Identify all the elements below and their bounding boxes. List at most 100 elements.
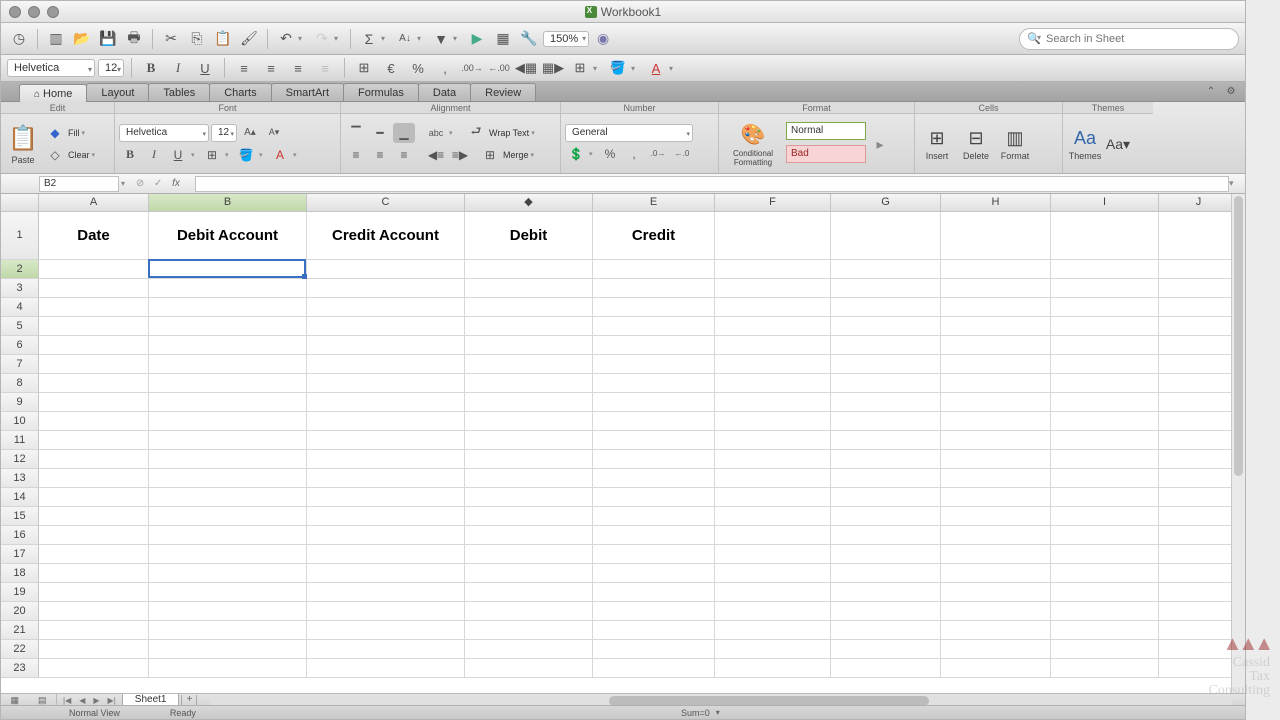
cell-D2[interactable] bbox=[465, 260, 593, 279]
tab-charts[interactable]: Charts bbox=[209, 83, 271, 101]
tab-tables[interactable]: Tables bbox=[148, 83, 210, 101]
cell-J6[interactable] bbox=[1159, 336, 1239, 355]
delete-button[interactable]: ⊟Delete bbox=[958, 118, 994, 170]
show-icon[interactable]: ▦ bbox=[491, 27, 515, 51]
cell-H12[interactable] bbox=[941, 450, 1051, 469]
cell-I13[interactable] bbox=[1051, 469, 1159, 488]
cell-D3[interactable] bbox=[465, 279, 593, 298]
cell-C6[interactable] bbox=[307, 336, 465, 355]
row-header-15[interactable]: 15 bbox=[1, 507, 39, 526]
cell-I5[interactable] bbox=[1051, 317, 1159, 336]
col-header-B[interactable]: B bbox=[149, 194, 307, 212]
style-normal[interactable]: Normal bbox=[786, 122, 866, 140]
cell-J19[interactable] bbox=[1159, 583, 1239, 602]
cell-F21[interactable] bbox=[715, 621, 831, 640]
print-icon[interactable]: 🖶 bbox=[122, 27, 146, 51]
cell-H6[interactable] bbox=[941, 336, 1051, 355]
collapse-ribbon-icon[interactable]: ⌃ bbox=[1203, 84, 1219, 98]
cell-D8[interactable] bbox=[465, 374, 593, 393]
cell-J10[interactable] bbox=[1159, 412, 1239, 431]
cell-A4[interactable] bbox=[39, 298, 149, 317]
cell-B2[interactable] bbox=[149, 260, 307, 279]
cell-J15[interactable] bbox=[1159, 507, 1239, 526]
col-header-C[interactable]: C bbox=[307, 194, 465, 212]
cell-A21[interactable] bbox=[39, 621, 149, 640]
align-top-icon[interactable]: ▔ bbox=[345, 123, 367, 143]
italic-button[interactable]: I bbox=[166, 58, 190, 78]
cell-F20[interactable] bbox=[715, 602, 831, 621]
horizontal-scrollbar[interactable] bbox=[209, 696, 1233, 706]
cell-B6[interactable] bbox=[149, 336, 307, 355]
paste-button[interactable]: 📋Paste bbox=[5, 118, 41, 170]
cell-C23[interactable] bbox=[307, 659, 465, 678]
cell-F3[interactable] bbox=[715, 279, 831, 298]
row-header-18[interactable]: 18 bbox=[1, 564, 39, 583]
app-menu-icon[interactable]: ◷ bbox=[7, 27, 31, 51]
clear-icon[interactable]: ◇ bbox=[44, 145, 66, 165]
row-header-1[interactable]: 1 bbox=[1, 212, 39, 260]
cell-B9[interactable] bbox=[149, 393, 307, 412]
cell-D6[interactable] bbox=[465, 336, 593, 355]
cell-H16[interactable] bbox=[941, 526, 1051, 545]
row-header-17[interactable]: 17 bbox=[1, 545, 39, 564]
cell-J17[interactable] bbox=[1159, 545, 1239, 564]
cell-G5[interactable] bbox=[831, 317, 941, 336]
cell-B19[interactable] bbox=[149, 583, 307, 602]
play-icon[interactable]: ▶ bbox=[465, 27, 489, 51]
cell-C17[interactable] bbox=[307, 545, 465, 564]
cell-C5[interactable] bbox=[307, 317, 465, 336]
cell-A23[interactable] bbox=[39, 659, 149, 678]
row-header-13[interactable]: 13 bbox=[1, 469, 39, 488]
cell-A5[interactable] bbox=[39, 317, 149, 336]
cut-icon[interactable]: ✂ bbox=[159, 27, 183, 51]
cell-B15[interactable] bbox=[149, 507, 307, 526]
search-box[interactable]: 🔍 ▾ bbox=[1019, 28, 1239, 50]
format-painter-icon[interactable]: 🖌 bbox=[237, 27, 261, 51]
cell-E17[interactable] bbox=[593, 545, 715, 564]
cell-C16[interactable] bbox=[307, 526, 465, 545]
col-header-D[interactable]: ◆ bbox=[465, 194, 593, 212]
cell-H8[interactable] bbox=[941, 374, 1051, 393]
cell-J5[interactable] bbox=[1159, 317, 1239, 336]
cell-C2[interactable] bbox=[307, 260, 465, 279]
cell-B16[interactable] bbox=[149, 526, 307, 545]
new-icon[interactable]: ▥ bbox=[44, 27, 68, 51]
cell-I14[interactable] bbox=[1051, 488, 1159, 507]
increase-indent-icon2[interactable]: ≡▶ bbox=[449, 145, 471, 165]
align-center-icon[interactable]: ≡ bbox=[259, 58, 283, 78]
ribbon-size-select[interactable]: 12▾ bbox=[211, 124, 237, 142]
cell-H19[interactable] bbox=[941, 583, 1051, 602]
row-header-9[interactable]: 9 bbox=[1, 393, 39, 412]
cell-I6[interactable] bbox=[1051, 336, 1159, 355]
increase-decimal-icon[interactable]: .00→ bbox=[460, 58, 484, 78]
open-icon[interactable]: 📂 bbox=[70, 27, 94, 51]
row-header-20[interactable]: 20 bbox=[1, 602, 39, 621]
cell-F2[interactable] bbox=[715, 260, 831, 279]
cell-E6[interactable] bbox=[593, 336, 715, 355]
cell-H17[interactable] bbox=[941, 545, 1051, 564]
row-header-11[interactable]: 11 bbox=[1, 431, 39, 450]
cell-B10[interactable] bbox=[149, 412, 307, 431]
format-button[interactable]: ▥Format bbox=[997, 118, 1033, 170]
row-header-4[interactable]: 4 bbox=[1, 298, 39, 317]
col-header-G[interactable]: G bbox=[831, 194, 941, 212]
cell-C9[interactable] bbox=[307, 393, 465, 412]
comma-button[interactable]: , bbox=[623, 144, 645, 164]
cell-F15[interactable] bbox=[715, 507, 831, 526]
cell-I9[interactable] bbox=[1051, 393, 1159, 412]
cell-E7[interactable] bbox=[593, 355, 715, 374]
cell-D22[interactable] bbox=[465, 640, 593, 659]
cell-D11[interactable] bbox=[465, 431, 593, 450]
cell-F10[interactable] bbox=[715, 412, 831, 431]
align-left-icon[interactable]: ≡ bbox=[232, 58, 256, 78]
cell-G15[interactable] bbox=[831, 507, 941, 526]
row-header-21[interactable]: 21 bbox=[1, 621, 39, 640]
cell-H9[interactable] bbox=[941, 393, 1051, 412]
merge-icon[interactable]: ⊞ bbox=[352, 58, 376, 78]
currency-dropdown[interactable]: 💲 bbox=[565, 144, 587, 164]
cell-C7[interactable] bbox=[307, 355, 465, 374]
cell-G3[interactable] bbox=[831, 279, 941, 298]
paste-icon[interactable]: 📋 bbox=[211, 27, 235, 51]
zoom-select[interactable]: 150%▾ bbox=[543, 31, 589, 47]
cell-D9[interactable] bbox=[465, 393, 593, 412]
